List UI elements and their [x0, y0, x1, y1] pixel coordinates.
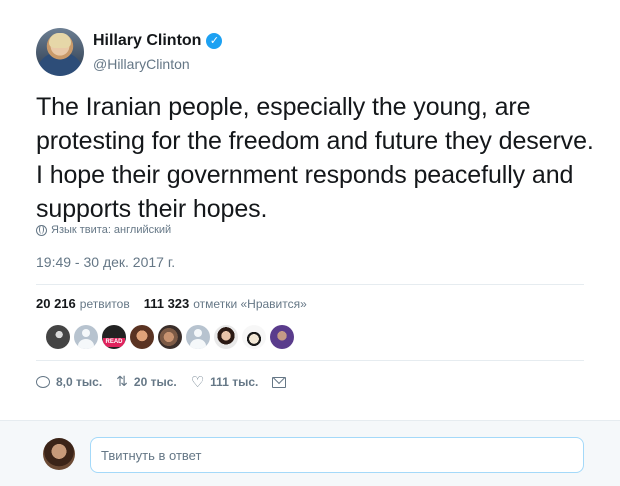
current-user-avatar[interactable]: [43, 438, 75, 470]
globe-icon: [36, 224, 47, 236]
retweet-count: 20 тыс.: [133, 375, 177, 389]
author-name-row: Hillary Clinton ✓: [93, 32, 223, 50]
reply-icon: [36, 376, 50, 388]
tweet-actions: 8,0 тыс. ⇅ 20 тыс. ♡ 111 тыс.: [36, 373, 287, 391]
liker-avatars: READ: [46, 325, 294, 349]
reply-bar: [0, 420, 620, 486]
liker-avatar[interactable]: [130, 325, 154, 349]
liker-avatar[interactable]: [242, 325, 266, 349]
divider: [36, 284, 584, 285]
likes-label: отметки «Нравится»: [193, 297, 307, 311]
liker-avatar[interactable]: [46, 325, 70, 349]
tweet-card: Hillary Clinton ✓ @HillaryClinton The Ir…: [0, 0, 620, 420]
language-note-text: Язык твита: английский: [51, 224, 172, 236]
language-note: Язык твита: английский: [36, 224, 171, 236]
tweet-timestamp[interactable]: 19:49 - 30 дек. 2017 г.: [36, 254, 175, 270]
like-count: 111 тыс.: [210, 375, 259, 389]
likes-count: 111 323: [143, 296, 190, 311]
retweet-button[interactable]: ⇅ 20 тыс.: [116, 375, 177, 389]
retweets-label: ретвитов: [79, 297, 130, 311]
reply-input[interactable]: [90, 437, 584, 473]
author-handle[interactable]: @HillaryClinton: [93, 56, 190, 72]
liker-badge: READ: [103, 338, 125, 347]
like-button[interactable]: ♡ 111 тыс.: [190, 373, 259, 391]
reply-button[interactable]: 8,0 тыс.: [36, 375, 102, 389]
author-avatar[interactable]: [36, 28, 84, 76]
direct-message-icon: [272, 376, 287, 388]
retweets-stat[interactable]: 20 216 ретвитов: [36, 296, 130, 311]
liker-avatar[interactable]: [74, 325, 98, 349]
liker-avatar[interactable]: [214, 325, 238, 349]
like-icon: ♡: [190, 373, 205, 391]
verified-icon: ✓: [206, 33, 223, 49]
tweet-stats: 20 216 ретвитов 111 323 отметки «Нравитс…: [36, 296, 307, 311]
liker-avatar[interactable]: [158, 325, 182, 349]
liker-avatar[interactable]: READ: [102, 325, 126, 349]
reply-count: 8,0 тыс.: [56, 375, 103, 389]
retweet-icon: ⇅: [116, 374, 128, 390]
retweets-count: 20 216: [36, 296, 76, 311]
likes-stat[interactable]: 111 323 отметки «Нравится»: [144, 296, 307, 311]
liker-avatar[interactable]: [270, 325, 294, 349]
liker-avatar[interactable]: [186, 325, 210, 349]
tweet-text: The Iranian people, especially the young…: [36, 93, 594, 223]
author-name[interactable]: Hillary Clinton: [93, 32, 201, 50]
direct-message-button[interactable]: [272, 376, 287, 388]
divider: [36, 360, 584, 361]
